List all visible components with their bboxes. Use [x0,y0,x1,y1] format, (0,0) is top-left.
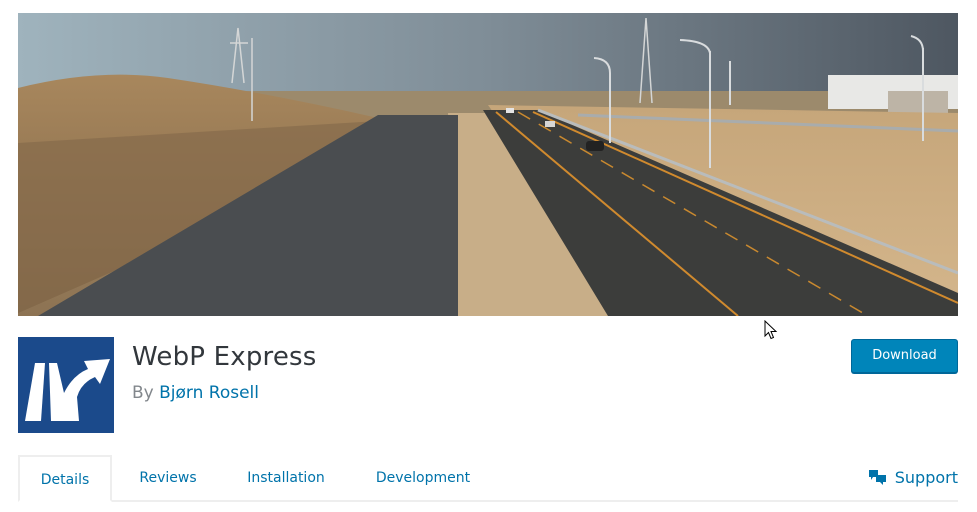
plugin-tabs: Details Reviews Installation Development [18,455,958,502]
tab-details[interactable]: Details [18,455,112,502]
speech-bubbles-icon [868,470,886,485]
support-link[interactable]: Support [868,468,958,487]
plugin-title: WebP Express [132,342,317,372]
plugin-author: By Bjørn Rosell [132,383,259,403]
support-label: Support [894,468,958,487]
plugin-banner [18,13,958,316]
tab-installation[interactable]: Installation [232,455,340,502]
tab-reviews[interactable]: Reviews [122,455,214,502]
author-prefix: By [132,383,154,403]
author-link[interactable]: Bjørn Rosell [159,383,259,403]
tab-development[interactable]: Development [360,455,486,502]
download-button[interactable]: Download [851,339,958,373]
mouse-cursor-icon [764,320,778,340]
road-fork-arrow-icon [25,359,110,421]
plugin-icon [18,337,114,433]
banner-photo [18,13,958,316]
